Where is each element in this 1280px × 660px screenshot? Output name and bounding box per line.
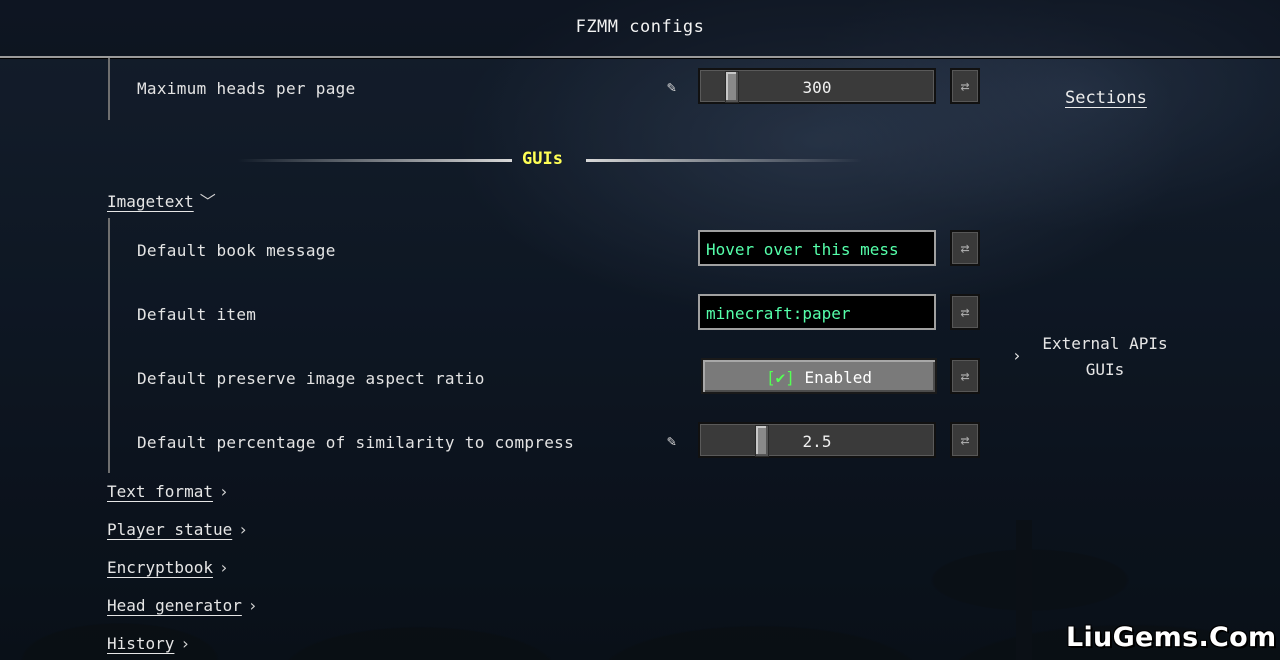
- option-row-max-heads: Maximum heads per page ✎ 300 ⇄: [0, 68, 1000, 108]
- reset-arrows-icon: ⇄: [960, 239, 970, 257]
- pencil-icon[interactable]: ✎: [667, 78, 685, 96]
- category-text-format[interactable]: Text format ›: [107, 482, 229, 501]
- chevron-right-icon: ›: [238, 520, 248, 539]
- reset-button[interactable]: ⇄: [950, 294, 980, 330]
- option-label: Default percentage of similarity to comp…: [137, 433, 575, 452]
- category-label: History: [107, 634, 175, 653]
- chevron-down-icon: ﹀: [199, 192, 216, 211]
- watermark: LiuGems.Com: [1066, 622, 1277, 653]
- category-label: Imagetext: [107, 192, 194, 211]
- sections-link[interactable]: Sections: [1065, 88, 1147, 108]
- category-label: Player statue: [107, 520, 233, 539]
- reset-button[interactable]: ⇄: [950, 358, 980, 394]
- max-heads-slider[interactable]: 300: [698, 68, 936, 104]
- sidebar-item-guis[interactable]: GUIs: [1032, 357, 1178, 383]
- reset-button[interactable]: ⇄: [950, 68, 980, 104]
- option-label: Default preserve image aspect ratio: [137, 369, 485, 388]
- sidebar-item-external-apis[interactable]: External APIs: [1032, 331, 1178, 357]
- pencil-icon[interactable]: ✎: [667, 432, 685, 450]
- category-label: Head generator: [107, 596, 242, 615]
- similarity-slider[interactable]: 2.5: [698, 422, 936, 458]
- reset-button[interactable]: ⇄: [950, 422, 980, 458]
- reset-arrows-icon: ⇄: [960, 431, 970, 449]
- toggle-value: Enabled: [804, 368, 872, 387]
- config-list[interactable]: Maximum heads per page ✎ 300 ⇄ GUIs Imag…: [0, 58, 1000, 660]
- option-row-book-message: Default book message Hover over this mes…: [0, 230, 1000, 270]
- chevron-right-icon: ›: [218, 558, 229, 577]
- category-head-generator[interactable]: Head generator ›: [107, 596, 258, 615]
- option-label: Maximum heads per page: [137, 79, 356, 98]
- window-title: FZMM configs: [575, 17, 705, 37]
- option-row-aspect-ratio: Default preserve image aspect ratio [✔] …: [0, 358, 1000, 398]
- checkmark-icon: [✔]: [766, 368, 795, 387]
- reset-arrows-icon: ⇄: [960, 367, 970, 385]
- input-value: minecraft:paper: [706, 304, 851, 323]
- aspect-ratio-toggle[interactable]: [✔] Enabled: [701, 358, 937, 394]
- book-message-input[interactable]: Hover over this mess: [698, 230, 936, 266]
- option-row-similarity: Default percentage of similarity to comp…: [0, 422, 1000, 462]
- category-label: Encryptbook: [107, 558, 213, 577]
- category-history[interactable]: History ›: [107, 634, 190, 653]
- category-encryptbook[interactable]: Encryptbook ›: [107, 558, 229, 577]
- section-rule-left: [238, 159, 512, 162]
- category-label: Text format: [107, 482, 213, 501]
- section-rule-right: [586, 159, 862, 162]
- background-tree-trunk: [1016, 520, 1032, 660]
- section-title: GUIs: [522, 149, 563, 169]
- option-label: Default item: [137, 305, 257, 324]
- category-player-statue[interactable]: Player statue ›: [107, 520, 248, 539]
- reset-button[interactable]: ⇄: [950, 230, 980, 266]
- input-value: Hover over this mess: [706, 240, 899, 259]
- chevron-right-icon: ›: [247, 596, 258, 615]
- window-header: FZMM configs: [0, 0, 1280, 58]
- chevron-right-icon: ›: [218, 482, 229, 501]
- chevron-right-icon[interactable]: ›: [1012, 346, 1022, 365]
- reset-arrows-icon: ⇄: [960, 303, 970, 321]
- default-item-input[interactable]: minecraft:paper: [698, 294, 936, 330]
- category-imagetext[interactable]: Imagetext ﹀: [107, 188, 216, 212]
- chevron-right-icon: ›: [180, 634, 191, 653]
- reset-arrows-icon: ⇄: [960, 77, 970, 95]
- slider-value: 300: [802, 78, 832, 97]
- option-label: Default book message: [137, 241, 336, 260]
- option-row-default-item: Default item minecraft:paper ⇄: [0, 294, 1000, 334]
- slider-value: 2.5: [802, 432, 832, 451]
